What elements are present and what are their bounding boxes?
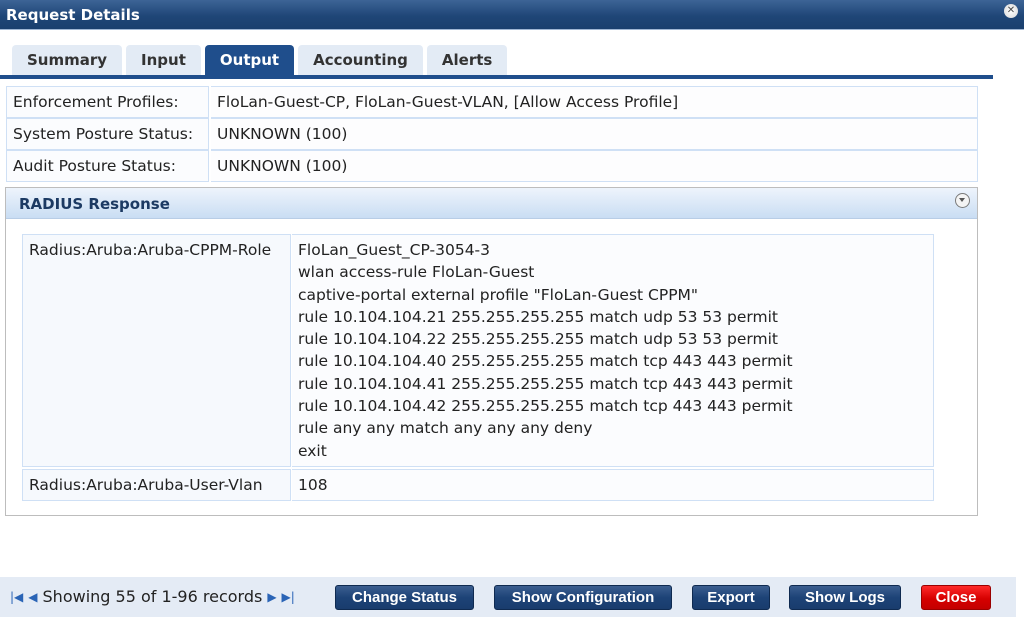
export-button[interactable]: Export — [692, 585, 770, 610]
tab-input[interactable]: Input — [126, 45, 201, 76]
attribute-value: FloLan_Guest_CP-3054-3 wlan access-rule … — [292, 234, 934, 467]
tab-accounting[interactable]: Accounting — [298, 45, 423, 76]
enforcement-profiles-value: FloLan-Guest-CP, FloLan-Guest-VLAN, [All… — [211, 86, 978, 118]
collapse-toggle-icon[interactable] — [955, 193, 970, 208]
dialog-titlebar: Request Details ✕ — [0, 0, 1024, 30]
close-button[interactable]: Close — [921, 585, 991, 610]
radius-response-title: RADIUS Response — [19, 195, 170, 213]
value-line: rule 10.104.104.40 255.255.255.255 match… — [298, 352, 793, 371]
pager-text: Showing 55 of 1-96 records — [42, 587, 263, 606]
next-page-icon[interactable]: ▶ — [267, 590, 276, 604]
value-line: rule 10.104.104.41 255.255.255.255 match… — [298, 374, 793, 393]
tab-alerts[interactable]: Alerts — [426, 45, 508, 76]
radius-response-panel: RADIUS Response Radius:Aruba:Aruba-CPPM-… — [5, 187, 978, 516]
value-line: rule 10.104.104.42 255.255.255.255 match… — [298, 397, 793, 416]
attribute-name: Radius:Aruba:Aruba-User-Vlan — [22, 468, 291, 502]
property-row: System Posture Status: UNKNOWN (100) — [6, 118, 978, 150]
value-line: 108 — [298, 475, 328, 494]
property-row: Enforcement Profiles: FloLan-Guest-CP, F… — [6, 86, 978, 118]
audit-posture-label: Audit Posture Status: — [6, 150, 209, 182]
show-configuration-button[interactable]: Show Configuration — [494, 585, 672, 610]
value-line: FloLan_Guest_CP-3054-3 — [298, 241, 491, 259]
close-icon[interactable]: ✕ — [1004, 4, 1018, 18]
audit-posture-value: UNKNOWN (100) — [211, 150, 978, 182]
table-row: Radius:Aruba:Aruba-CPPM-Role FloLan_Gues… — [22, 234, 934, 467]
system-posture-label: System Posture Status: — [6, 118, 209, 150]
change-status-button[interactable]: Change Status — [335, 585, 474, 610]
dialog-title: Request Details — [6, 6, 140, 24]
tab-bar: Summary Input Output Accounting Alerts — [12, 45, 508, 76]
attribute-value: 108 — [292, 468, 934, 502]
attribute-name: Radius:Aruba:Aruba-CPPM-Role — [22, 234, 291, 467]
value-line: rule any any match any any any deny — [298, 419, 593, 438]
value-line: exit — [298, 441, 327, 460]
value-line: rule 10.104.104.21 255.255.255.255 match… — [298, 307, 778, 326]
output-properties: Enforcement Profiles: FloLan-Guest-CP, F… — [6, 86, 978, 182]
value-line: rule 10.104.104.22 255.255.255.255 match… — [298, 330, 778, 349]
radius-response-header[interactable]: RADIUS Response — [6, 188, 977, 219]
tab-summary[interactable]: Summary — [12, 45, 123, 76]
last-page-icon[interactable]: ▶| — [282, 590, 295, 604]
property-row: Audit Posture Status: UNKNOWN (100) — [6, 150, 978, 182]
value-line: wlan access-rule FloLan-Guest — [298, 263, 535, 282]
show-logs-button[interactable]: Show Logs — [789, 585, 901, 610]
prev-page-icon[interactable]: ◀ — [28, 590, 37, 604]
value-line: captive-portal external profile "FloLan-… — [298, 285, 699, 304]
enforcement-profiles-label: Enforcement Profiles: — [6, 86, 209, 118]
first-page-icon[interactable]: |◀ — [10, 590, 23, 604]
radius-attributes-table: Radius:Aruba:Aruba-CPPM-Role FloLan_Gues… — [22, 234, 934, 502]
pager: |◀ ◀ Showing 55 of 1-96 records ▶ ▶| — [10, 587, 295, 606]
table-row: Radius:Aruba:Aruba-User-Vlan 108 — [22, 468, 934, 502]
tab-underline — [0, 75, 993, 79]
system-posture-value: UNKNOWN (100) — [211, 118, 978, 150]
tab-output[interactable]: Output — [204, 45, 295, 76]
footer-bar: |◀ ◀ Showing 55 of 1-96 records ▶ ▶| Cha… — [0, 577, 1016, 617]
